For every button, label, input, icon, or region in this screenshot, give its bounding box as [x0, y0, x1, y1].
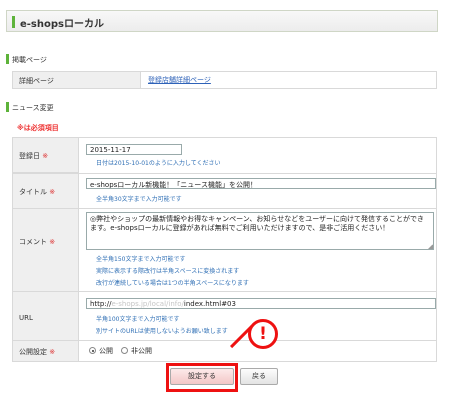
- required-note: ※は必須項目: [17, 124, 59, 132]
- section-heading-news-change: ニュース変更: [6, 102, 54, 113]
- publish-label: 公開設定 ※: [19, 348, 56, 356]
- comment-hint-3: 改行が連続している場合は1つの半角スペースになります: [96, 280, 249, 287]
- section-accent-mark: [6, 54, 9, 64]
- date-hint: 日付は2015-10-01のように入力してください: [96, 160, 221, 167]
- title-hint: 全半角30文字まで入力可能です: [96, 196, 182, 203]
- comment-hint-2: 実際に表示する際改行は半角スペースに変換されます: [96, 268, 240, 275]
- exclamation-callout-icon: !: [248, 319, 278, 349]
- page-title: e-shopsローカル: [20, 19, 104, 30]
- url-hint-1: 半角100文字まで入力可能です: [96, 316, 180, 323]
- submit-highlight-frame: [166, 363, 238, 392]
- publish-label-cell: 公開設定 ※: [13, 341, 79, 361]
- section-heading-posted-page: 掲載ページ: [6, 54, 47, 65]
- detail-row: 詳細ページ 登録店舗詳細ページ: [12, 71, 437, 89]
- publish-option-private-label: 非公開: [131, 347, 152, 355]
- date-input[interactable]: 2015-11-17: [86, 144, 182, 155]
- url-hint-2: 別サイトのURLは使用しないようお願い致します: [96, 328, 228, 335]
- publish-option-public-label: 公開: [99, 347, 113, 355]
- comment-hint-1: 全半角150文字まで入力可能です: [96, 256, 186, 263]
- section-accent-mark: [6, 102, 9, 112]
- title-label: タイトル ※: [19, 188, 56, 196]
- back-button[interactable]: 戻る: [240, 368, 278, 385]
- header-accent-mark: [12, 16, 15, 28]
- detail-page-link[interactable]: 登録店舗詳細ページ: [148, 75, 211, 85]
- url-label: URL: [19, 314, 33, 322]
- date-label-cell: 登録日 ※: [13, 138, 79, 173]
- url-input[interactable]: http://e-shops.jp/local/info/index.html#…: [86, 298, 436, 309]
- date-label: 登録日 ※: [19, 152, 49, 160]
- textarea-resize-grip[interactable]: [428, 244, 433, 249]
- url-blurred-part: e-shops.jp/local/info/: [111, 300, 184, 308]
- comment-label: コメント ※: [19, 238, 56, 246]
- title-label-cell: タイトル ※: [13, 174, 79, 208]
- title-input[interactable]: e-shopsローカル新機能！「ニュース機能」を公開！: [86, 178, 436, 189]
- url-label-cell: URL: [13, 292, 79, 340]
- publish-radio-public[interactable]: [89, 347, 96, 354]
- header-bar: e-shopsローカル: [6, 10, 438, 32]
- comment-label-cell: コメント ※: [13, 209, 79, 291]
- detail-label-cell: 詳細ページ: [13, 72, 141, 88]
- news-form-table: 登録日 ※ 2015-11-17 日付は2015-10-01のように入力してくだ…: [12, 137, 437, 362]
- publish-radio-private[interactable]: [121, 347, 128, 354]
- comment-textarea[interactable]: ◎弊社やショップの最新情報やお得なキャンペーン、お知らせなどをユーザーに向けて発…: [86, 212, 434, 250]
- detail-label: 詳細ページ: [19, 77, 54, 85]
